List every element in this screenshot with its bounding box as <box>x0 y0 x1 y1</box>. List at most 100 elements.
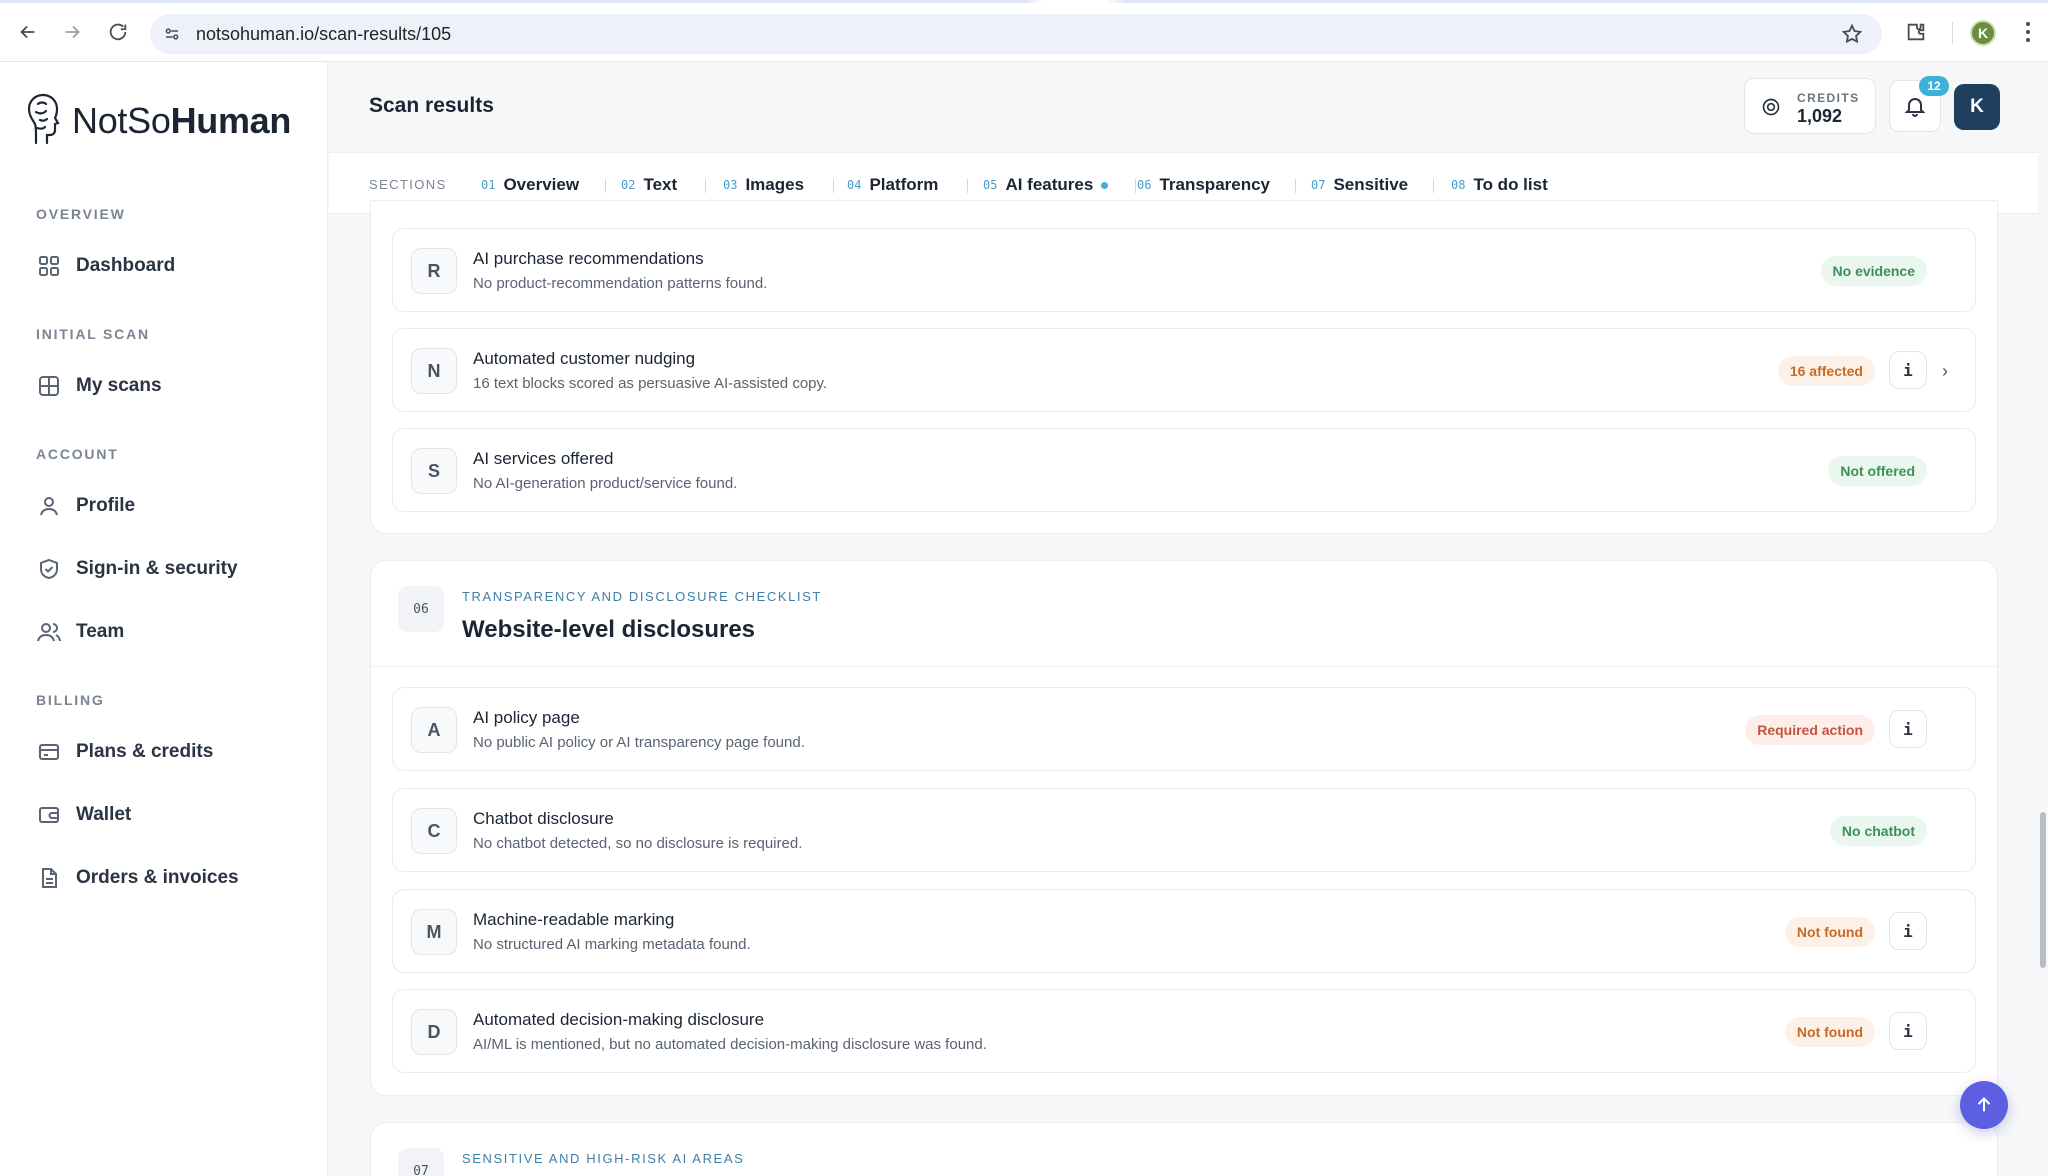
address-bar[interactable]: notsohuman.io/scan-results/105 <box>150 14 1882 54</box>
section-number: 06 <box>398 586 444 632</box>
check-row-ai-services-offered[interactable]: S AI services offered No AI-generation p… <box>392 428 1976 512</box>
status-badge: Not offered <box>1828 456 1927 486</box>
tab-divider <box>833 179 834 193</box>
sidebar-item-label: My scans <box>76 375 162 396</box>
tab-divider <box>967 179 968 193</box>
sidebar-item-plans-credits[interactable]: Plans & credits <box>36 736 213 768</box>
nav-section-account: ACCOUNT <box>36 446 119 462</box>
row-letter: S <box>411 448 457 494</box>
section-eyebrow: SENSITIVE AND HIGH-RISK AI AREAS <box>462 1151 745 1166</box>
sidebar: NotSoHuman OVERVIEW Dashboard INITIAL SC… <box>0 62 328 1176</box>
status-badge: 16 affected <box>1777 356 1875 386</box>
bookmark-star-icon[interactable] <box>1840 22 1864 46</box>
sidebar-item-label: Plans & credits <box>76 741 214 762</box>
sidebar-item-team[interactable]: Team <box>36 616 124 648</box>
tab-text[interactable]: 02 Text <box>621 173 677 197</box>
arrow-up-icon <box>1977 1097 1991 1112</box>
sidebar-item-label: Orders & invoices <box>76 867 239 888</box>
nav-section-overview: OVERVIEW <box>36 206 126 222</box>
tab-label: Text <box>643 175 678 194</box>
tab-number: 01 <box>481 178 496 192</box>
arrow-left-icon <box>20 25 35 39</box>
sidebar-item-label: Dashboard <box>76 255 176 276</box>
sections-label: SECTIONS <box>369 177 447 192</box>
user-avatar[interactable]: K <box>1954 84 2000 130</box>
sidebar-item-my-scans[interactable]: My scans <box>36 370 162 402</box>
row-title: Automated customer nudging <box>473 349 696 368</box>
check-row-ai-policy-page[interactable]: A AI policy page No public AI policy or … <box>392 687 1976 771</box>
tab-number: 05 <box>983 178 998 192</box>
row-letter: M <box>411 909 457 955</box>
brand-logo[interactable]: NotSoHuman <box>26 92 291 150</box>
check-row-automated-decision-making-disclosure[interactable]: D Automated decision-making disclosure A… <box>392 989 1976 1073</box>
row-description: No public AI policy or AI transparency p… <box>473 734 805 751</box>
page-title: Scan results <box>369 94 494 117</box>
section-title: Website-level disclosures <box>462 616 756 643</box>
toolbar-divider <box>1952 22 1953 44</box>
check-row-chatbot-disclosure[interactable]: C Chatbot disclosure No chatbot detected… <box>392 788 1976 872</box>
forward-button[interactable] <box>58 18 86 46</box>
info-button[interactable]: i <box>1889 710 1927 748</box>
tab-number: 08 <box>1451 178 1466 192</box>
tab-sensitive[interactable]: 07 Sensitive <box>1311 173 1408 197</box>
bell-icon <box>1904 98 1926 117</box>
info-button[interactable]: i <box>1889 1012 1927 1050</box>
sidebar-item-wallet[interactable]: Wallet <box>36 799 131 831</box>
chevron-right-icon[interactable]: › <box>1937 359 1953 383</box>
row-title: Automated decision-making disclosure <box>473 1010 765 1029</box>
check-row-automated-customer-nudging[interactable]: N Automated customer nudging 16 text blo… <box>392 328 1976 412</box>
page-scrollbar[interactable] <box>2040 812 2046 968</box>
active-tab-dot <box>1101 181 1109 189</box>
tab-images[interactable]: 03 Images <box>723 173 804 197</box>
tab-transparency[interactable]: 06 Transparency <box>1137 173 1270 197</box>
tab-overview[interactable]: 01 Overview <box>481 173 579 197</box>
notifications-count-badge: 12 <box>1919 76 1949 96</box>
row-title: AI services offered <box>473 449 614 468</box>
reload-button[interactable] <box>104 18 132 46</box>
credits-value: 1,092 <box>1797 106 1843 126</box>
site-settings-icon[interactable] <box>162 24 182 44</box>
info-button[interactable]: i <box>1889 912 1927 950</box>
status-badge: No evidence <box>1820 256 1927 286</box>
check-row-ai-purchase-recommendations[interactable]: R AI purchase recommendations No product… <box>392 228 1976 312</box>
tab-number: 07 <box>1311 178 1326 192</box>
sidebar-item-dashboard[interactable]: Dashboard <box>36 250 175 282</box>
url-text[interactable]: notsohuman.io/scan-results/105 <box>196 24 451 45</box>
tab-label: Images <box>745 175 805 194</box>
check-row-machine-readable-marking[interactable]: M Machine-readable marking No structured… <box>392 889 1976 973</box>
tab-divider <box>705 179 706 193</box>
document-icon <box>36 865 62 891</box>
sidebar-item-security[interactable]: Sign-in & security <box>36 553 238 585</box>
credits-widget[interactable]: CREDITS 1,092 <box>1744 78 1876 134</box>
sidebar-item-label: Profile <box>76 495 136 516</box>
status-badge: Not found <box>1784 1017 1875 1047</box>
row-letter: C <box>411 808 457 854</box>
brain-head-icon <box>27 93 60 145</box>
tab-divider <box>1433 179 1434 193</box>
tab-label: Transparency <box>1159 175 1271 194</box>
sidebar-item-profile[interactable]: Profile <box>36 490 135 522</box>
back-button[interactable] <box>14 18 42 46</box>
scroll-to-top-button[interactable] <box>1960 1081 2008 1129</box>
tab-number: 06 <box>1137 178 1152 192</box>
row-description: No chatbot detected, so no disclosure is… <box>473 835 803 852</box>
sidebar-item-orders-invoices[interactable]: Orders & invoices <box>36 862 239 894</box>
status-badge: No chatbot <box>1829 816 1927 846</box>
info-button[interactable]: i <box>1889 351 1927 389</box>
tab-to-do-list[interactable]: 08 To do list <box>1451 173 1548 197</box>
tab-ai-features[interactable]: 05 AI features <box>983 173 1109 197</box>
page-header: Scan results CREDITS 1,092 12 K <box>329 62 2048 152</box>
reload-icon <box>109 23 127 41</box>
tab-platform[interactable]: 04 Platform <box>847 173 938 197</box>
team-icon <box>36 619 62 645</box>
tab-label: Platform <box>869 175 939 194</box>
tab-divider <box>1295 179 1296 193</box>
tab-strip-edge <box>0 0 2048 3</box>
sensitive-card <box>370 1122 1998 1176</box>
extensions-icon[interactable] <box>1902 18 1930 46</box>
section-divider <box>371 666 1997 667</box>
browser-menu-icon[interactable] <box>2016 18 2040 46</box>
browser-profile-avatar[interactable]: K <box>1970 20 1996 46</box>
sidebar-item-label: Team <box>76 621 125 642</box>
sidebar-item-label: Sign-in & security <box>76 558 238 579</box>
